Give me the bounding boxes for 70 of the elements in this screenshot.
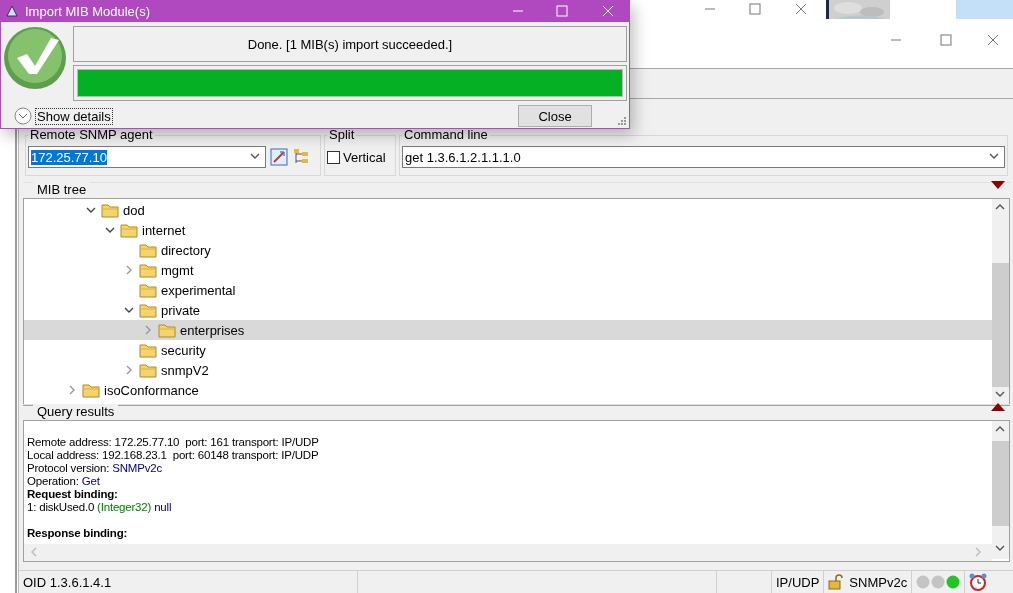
maximize-icon[interactable] (940, 34, 952, 46)
check-icon (3, 26, 67, 90)
section-label: MIB tree (33, 181, 91, 197)
result-line: Request binding: (27, 488, 119, 501)
tree-item-label: dod (123, 202, 145, 218)
agent-value: 172.25.77.10 (31, 149, 107, 165)
folder-icon (139, 362, 157, 378)
folder-icon (139, 242, 157, 258)
tree-item-label: experimental (161, 282, 236, 298)
tree-item[interactable]: mgmt (24, 260, 992, 280)
tree-icon[interactable] (292, 148, 310, 166)
agent-field[interactable]: 172.25.77.10 (28, 146, 266, 168)
tree-item-label: snmpV2 (161, 362, 209, 378)
vertical-scrollbar[interactable] (992, 421, 1009, 559)
result-line: Response binding: (27, 527, 129, 540)
wand-icon[interactable] (270, 148, 288, 166)
folder-icon (139, 282, 157, 298)
horizontal-scrollbar[interactable] (24, 544, 992, 561)
resize-grip-icon[interactable] (618, 117, 626, 125)
tree-item-label: internet (142, 222, 186, 238)
vertical-scrollbar[interactable] (992, 199, 1009, 405)
close-icon[interactable] (987, 34, 999, 46)
folder-icon (139, 262, 157, 278)
scrollbar-thumb[interactable] (992, 263, 1009, 387)
maximize-icon[interactable] (749, 3, 761, 15)
tree-item-label: enterprises (180, 322, 245, 338)
version-label: SNMPv2c (849, 574, 908, 590)
alarm-clock-icon[interactable] (969, 573, 988, 591)
tree-item[interactable]: security (24, 340, 992, 360)
folder-icon (139, 342, 157, 358)
tree-item[interactable]: isoConformance (24, 380, 992, 400)
result-line: 1: diskUsed.0 (Integer32) null (27, 501, 173, 514)
status-message: Done. [1 MIB(s) import succeeded.] (73, 26, 627, 62)
oid-label: OID 1.3.6.1.4.1 (23, 574, 112, 590)
close-button[interactable]: Close (518, 105, 592, 127)
chevron-icon (14, 107, 32, 125)
result-line: Remote address: 172.25.77.10 port: 161 transport: IP/UDP (27, 436, 320, 449)
tree-item-label: private (161, 302, 201, 318)
tree-item[interactable]: internet (24, 220, 992, 240)
tree-item-label: security (161, 342, 206, 358)
folder-icon (158, 322, 176, 338)
collapse-icon[interactable] (991, 181, 1005, 189)
group-label: Command line (403, 129, 489, 141)
scrollbar-thumb[interactable] (992, 441, 1009, 526)
expand-icon[interactable] (991, 403, 1005, 411)
result-line: Operation: Get (27, 475, 101, 488)
close-icon[interactable] (795, 3, 807, 15)
group-label: Remote SNMP agent (29, 129, 154, 141)
tree-item[interactable]: experimental (24, 280, 992, 300)
tree-item[interactable]: private (24, 300, 992, 320)
tree-item[interactable]: enterprises (24, 320, 992, 340)
folder-icon (139, 302, 157, 318)
vertical-checkbox[interactable]: Vertical (327, 149, 386, 165)
folder-icon (120, 222, 138, 238)
folder-icon (82, 382, 100, 398)
lock-icon (828, 574, 845, 590)
transport-label: IP/UDP (776, 574, 820, 590)
dialog-title: Import MIB Module(s) (25, 3, 150, 19)
command-field[interactable]: get 1.3.6.1.2.1.1.1.0 (402, 146, 1005, 168)
tree-item-label: mgmt (161, 262, 194, 278)
command-value: get 1.3.6.1.2.1.1.1.0 (405, 149, 521, 165)
tree-item[interactable]: directory (24, 240, 992, 260)
result-line: Protocol version: SNMPv2c (27, 462, 163, 475)
tree-item-label: isoConformance (104, 382, 199, 398)
tree-item-label: directory (161, 242, 211, 258)
group-label: Split (328, 129, 356, 141)
folder-icon (101, 202, 119, 218)
tree-item[interactable]: dod (24, 200, 992, 220)
tree-item[interactable]: snmpV2 (24, 360, 992, 380)
result-line: Local address: 192.168.23.1 port: 60148 transport: IP/UDP (27, 449, 320, 462)
